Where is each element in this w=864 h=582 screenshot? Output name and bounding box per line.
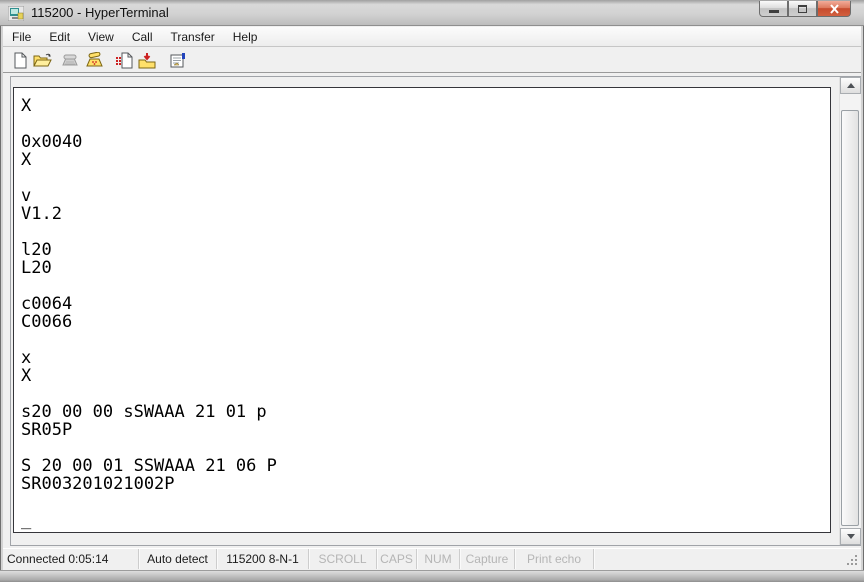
close-button[interactable] <box>817 1 851 17</box>
vertical-scrollbar[interactable] <box>839 77 861 545</box>
terminal-text[interactable]: X 0x0040 X v V1.2 l20 L20 c0064 C0066 x … <box>13 87 831 533</box>
arrow-down-icon <box>846 534 855 539</box>
arrow-up-icon <box>846 83 855 88</box>
status-scroll-lock: SCROLL <box>309 549 377 569</box>
minimize-icon <box>768 10 779 13</box>
status-emulation: Auto detect <box>139 549 217 569</box>
menu-transfer[interactable]: Transfer <box>162 27 224 47</box>
new-file-icon <box>14 52 27 68</box>
close-icon <box>829 3 839 14</box>
properties-icon <box>170 53 185 68</box>
disconnect-phone-icon <box>86 52 103 67</box>
minimize-button[interactable] <box>759 1 788 17</box>
status-caps-lock: CAPS <box>377 549 417 569</box>
receive-folder-icon <box>138 52 156 68</box>
resize-grip[interactable] <box>846 554 858 566</box>
menu-help[interactable]: Help <box>224 27 267 47</box>
call-phone-icon-disabled <box>62 54 78 66</box>
menu-bar: File Edit View Call Transfer Help <box>1 27 863 47</box>
status-filler <box>594 549 862 569</box>
terminal-frame: X 0x0040 X v V1.2 l20 L20 c0064 C0066 x … <box>10 76 862 546</box>
right-frame-edge <box>861 26 863 570</box>
new-connection-button[interactable] <box>10 50 30 70</box>
hyperterminal-window: 115200 - HyperTerminal File Edit View Ca… <box>0 0 864 582</box>
bottom-frame-edge[interactable] <box>0 570 864 582</box>
toolbar <box>1 48 863 73</box>
menu-view[interactable]: View <box>79 27 123 47</box>
scroll-up-button[interactable] <box>840 77 861 94</box>
send-file-icon <box>115 52 132 68</box>
menu-edit[interactable]: Edit <box>40 27 79 47</box>
menu-call[interactable]: Call <box>123 27 162 47</box>
maximize-button[interactable] <box>788 1 817 17</box>
caption-buttons <box>759 1 851 17</box>
title-bar[interactable]: 115200 - HyperTerminal <box>0 0 864 26</box>
app-icon <box>8 6 24 21</box>
status-connected: Connected 0:05:14 <box>2 549 139 569</box>
status-capture: Capture <box>460 549 515 569</box>
status-baud-settings: 115200 8-N-1 <box>217 549 309 569</box>
send-file-button[interactable] <box>114 50 134 70</box>
receive-file-button[interactable] <box>137 50 157 70</box>
scrollbar-thumb[interactable] <box>841 110 859 526</box>
menu-file[interactable]: File <box>3 27 40 47</box>
status-bar: Connected 0:05:14 Auto detect 115200 8-N… <box>2 548 862 569</box>
status-num-lock: NUM <box>417 549 460 569</box>
maximize-icon <box>798 4 807 13</box>
call-button <box>60 50 80 70</box>
window-title: 115200 - HyperTerminal <box>31 5 169 20</box>
open-button[interactable] <box>32 50 52 70</box>
left-frame-edge <box>1 26 3 570</box>
open-folder-icon <box>32 53 52 67</box>
disconnect-button[interactable] <box>84 50 104 70</box>
scroll-down-button[interactable] <box>840 528 861 545</box>
properties-button[interactable] <box>168 50 188 70</box>
status-print-echo: Print echo <box>515 549 594 569</box>
